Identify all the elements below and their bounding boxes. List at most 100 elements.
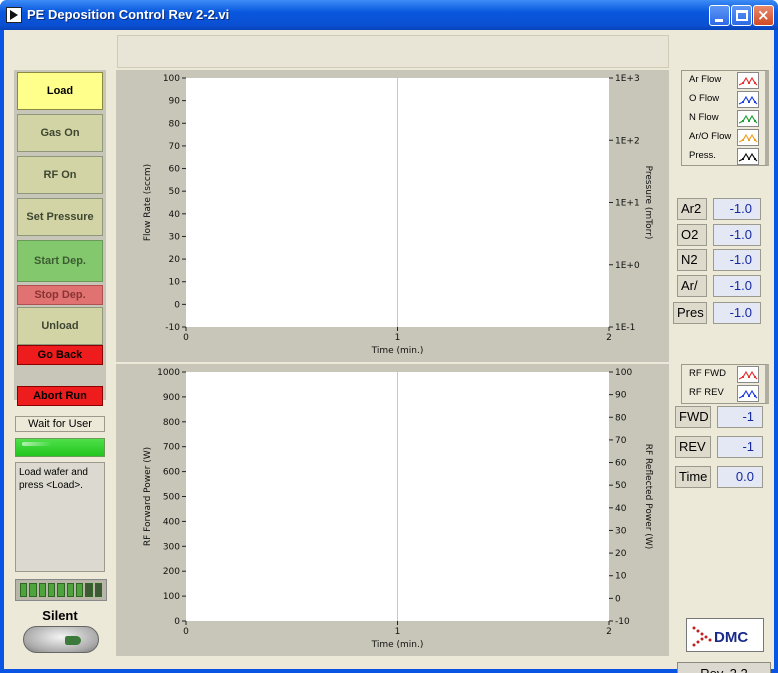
y-tick-label: 30 xyxy=(169,232,181,242)
top-string-indicator xyxy=(117,35,669,68)
y-tick-label: 10 xyxy=(169,278,181,288)
y-axis-title: RF Forward Power (W) xyxy=(143,447,153,546)
readout-label: Pres xyxy=(673,302,707,324)
y-tick-label: 700 xyxy=(163,443,180,453)
readout-row: Ar/ -1.0 xyxy=(677,274,761,297)
legend-swatch-icon xyxy=(737,385,759,402)
y-tick-label: 20 xyxy=(169,255,181,265)
legend-entry[interactable]: Press. xyxy=(685,148,763,166)
readout-value: -1.0 xyxy=(713,223,761,246)
led xyxy=(66,583,74,597)
legend-label: O Flow xyxy=(689,93,720,104)
progress-leds xyxy=(15,579,107,601)
readout-row: REV -1 xyxy=(675,436,763,458)
status-indicator: Wait for User xyxy=(15,416,105,432)
y2-tick-label: 1E+0 xyxy=(615,261,640,271)
led xyxy=(75,583,84,597)
led xyxy=(29,583,37,597)
y-tick-label: 40 xyxy=(169,210,181,220)
y2-tick-label: 20 xyxy=(615,549,627,559)
rf-power-chart: 0 1 21000900800700600500400300200100010090… xyxy=(143,368,653,650)
y2-tick-label: 0 xyxy=(615,594,621,604)
x-tick-label: 1 xyxy=(395,333,401,343)
y2-tick-label: 60 xyxy=(615,459,627,469)
y2-tick-label: 50 xyxy=(615,481,627,491)
y-tick-label: 500 xyxy=(163,493,180,503)
readout-label: REV xyxy=(675,436,711,458)
readout-value: -1 xyxy=(717,436,763,458)
flow-chart-panel: 0 1 2 100 90 80 70 60 50 40 30 20 10 0 -10 1E+3 1E+2 1E+1… xyxy=(116,70,669,362)
legend-entry[interactable]: Ar Flow xyxy=(685,72,763,90)
y2-tick-label: 90 xyxy=(615,391,627,401)
readout-value: 0.0 xyxy=(717,466,763,488)
legend-entry[interactable]: RF FWD xyxy=(685,366,763,384)
y2-tick-label: 10 xyxy=(615,572,627,582)
legend-entry[interactable]: RF REV xyxy=(685,385,763,403)
silent-toggle[interactable] xyxy=(23,626,99,653)
x-tick-label: 2 xyxy=(606,333,612,343)
legend-label: N Flow xyxy=(689,112,719,123)
y-tick-label: 100 xyxy=(163,74,180,84)
y2-tick-label: 1E+2 xyxy=(615,136,640,146)
unload-button[interactable]: Unload xyxy=(17,307,103,345)
load-button[interactable]: Load xyxy=(17,72,103,110)
readout-row: FWD -1 xyxy=(675,406,763,428)
y-tick-label: 0 xyxy=(174,300,180,310)
set-pressure-button[interactable]: Set Pressure xyxy=(17,198,103,236)
flow-legend: Ar Flow O Flow N Flow Ar/O Flow Press. xyxy=(681,70,769,166)
gas-on-button[interactable]: Gas On xyxy=(17,114,103,152)
y2-tick-label: 1E+3 xyxy=(615,74,640,84)
legend-label: RF REV xyxy=(689,387,724,398)
window-title: PE Deposition Control Rev 2-2.vi xyxy=(27,7,230,22)
go-back-button[interactable]: Go Back xyxy=(17,345,103,365)
led xyxy=(57,583,65,597)
legend-swatch-icon xyxy=(737,91,759,108)
readout-value: -1.0 xyxy=(713,274,761,297)
readout-value: -1.0 xyxy=(713,249,761,271)
rf-on-button[interactable]: RF On xyxy=(17,156,103,194)
legend-entry[interactable]: O Flow xyxy=(685,91,763,109)
legend-entry[interactable]: N Flow xyxy=(685,110,763,128)
readout-label: O2 xyxy=(677,223,707,246)
y-tick-label: 90 xyxy=(169,97,181,107)
close-icon: × xyxy=(757,6,770,24)
x-axis-title: Time (min.) xyxy=(371,640,424,650)
start-dep-button[interactable]: Start Dep. xyxy=(17,240,103,282)
rf-chart-panel: 0 1 2 1000 900 800 700 600 500 400 300 200 100 0 100 90… xyxy=(116,364,669,656)
readout-label: Ar/ xyxy=(677,274,707,297)
revision-label: Rev. 2.2 xyxy=(677,662,771,673)
close-button[interactable]: × xyxy=(753,5,774,26)
legend-entry[interactable]: Ar/O Flow xyxy=(685,129,763,147)
y-tick-label: 0 xyxy=(174,617,180,627)
status-message: Load wafer and press <Load>. xyxy=(15,462,105,572)
legend-swatch-icon xyxy=(737,72,759,89)
maximize-icon xyxy=(736,10,748,21)
y-tick-label: -10 xyxy=(165,323,180,333)
legend-label: Press. xyxy=(689,150,716,161)
minimize-button[interactable] xyxy=(709,5,730,26)
abort-run-button[interactable]: Abort Run xyxy=(17,386,103,406)
stop-dep-button[interactable]: Stop Dep. xyxy=(17,285,103,305)
y-tick-label: 900 xyxy=(163,393,180,403)
y-tick-label: 1000 xyxy=(157,368,180,378)
y2-tick-label: 80 xyxy=(615,413,627,423)
legend-label: RF FWD xyxy=(689,368,726,379)
led xyxy=(94,583,102,597)
labview-vi-icon xyxy=(6,7,22,23)
title-bar[interactable]: PE Deposition Control Rev 2-2.vi × xyxy=(0,0,778,30)
readout-value: -1 xyxy=(717,406,763,428)
y-tick-label: 600 xyxy=(163,468,180,478)
readout-label: FWD xyxy=(675,406,711,428)
y2-tick-label: -10 xyxy=(615,617,630,627)
x-tick-label: 1 xyxy=(395,627,401,637)
legend-swatch-icon xyxy=(737,110,759,127)
readout-value: -1.0 xyxy=(713,198,761,220)
x-tick-label: 0 xyxy=(183,333,189,343)
maximize-button[interactable] xyxy=(731,5,752,26)
y-tick-label: 400 xyxy=(163,517,180,527)
flow-pressure-chart: 0 1 21009080706050403020100-101E+31E+21E+1… xyxy=(143,74,653,356)
legend-swatch-icon xyxy=(737,366,759,383)
logo-text: DMC xyxy=(714,629,749,646)
led xyxy=(85,583,93,597)
status-led-bar xyxy=(15,438,105,457)
